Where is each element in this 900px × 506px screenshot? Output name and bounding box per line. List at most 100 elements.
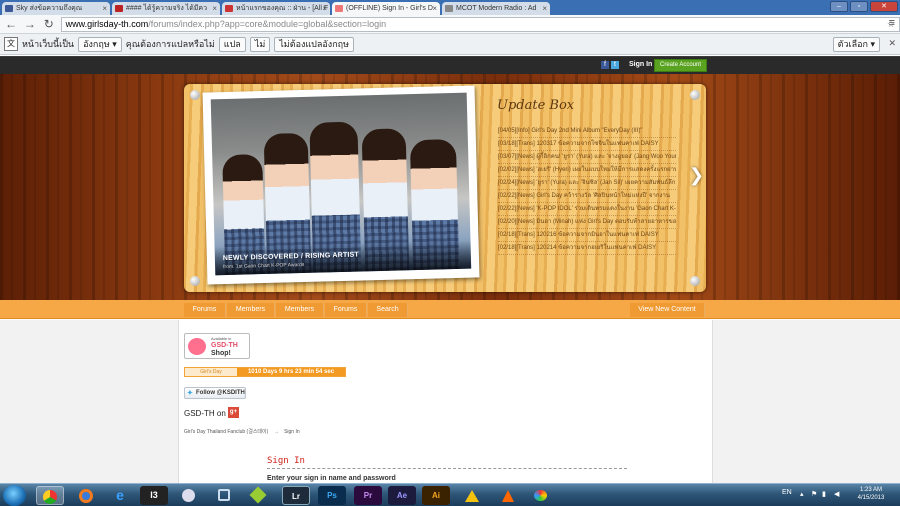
i3-app-icon[interactable]: I3 bbox=[140, 486, 168, 505]
media-player-icon[interactable] bbox=[210, 486, 238, 505]
view-new-content-link[interactable]: View New Content bbox=[630, 303, 705, 317]
flag-icon[interactable]: ⚑ bbox=[811, 490, 817, 498]
system-clock[interactable]: 1:23 AM 4/15/2013 bbox=[852, 486, 890, 502]
lightroom-icon[interactable]: Lr bbox=[282, 486, 310, 505]
close-tab-icon[interactable]: × bbox=[212, 2, 217, 15]
site-header: f t Sign In Create Account bbox=[0, 56, 900, 74]
vlc-icon[interactable] bbox=[494, 486, 522, 505]
tab-title: หน้าแรกของคุณ :: ฝ่าน - [All F bbox=[236, 5, 329, 12]
google-plus-icon[interactable]: g+ bbox=[228, 407, 239, 418]
twitter-icon[interactable]: t bbox=[611, 61, 619, 69]
sign-in-instructions: Enter your sign in name and password bbox=[267, 475, 396, 482]
heart-icon bbox=[188, 338, 206, 355]
main-content bbox=[178, 320, 713, 483]
clock-date: 4/15/2013 bbox=[857, 495, 885, 501]
language-select[interactable]: อังกฤษ bbox=[78, 36, 122, 52]
update-item[interactable]: [02/22][News] Girl's Day คว้ารางวัล 'ศิล… bbox=[498, 190, 676, 203]
volume-icon[interactable]: ◀ bbox=[834, 490, 839, 498]
twitter-follow-button[interactable]: ✦ Follow @KSDITH bbox=[184, 387, 246, 399]
update-box-title: Update Box bbox=[497, 98, 575, 113]
divider bbox=[267, 468, 627, 469]
breadcrumb-current: Sign In bbox=[284, 429, 300, 435]
translate-options-button[interactable]: ตัวเลือก bbox=[832, 36, 880, 52]
browser-tab[interactable]: Sky ส่งข้อความถึงคุณ × bbox=[2, 2, 110, 15]
close-translate-icon[interactable]: ✕ bbox=[888, 38, 896, 49]
update-item[interactable]: [04/05][Info] Girl's Day 2nd Mini Album … bbox=[498, 125, 676, 138]
internet-explorer-icon[interactable]: e bbox=[106, 486, 134, 505]
language-indicator[interactable]: EN bbox=[782, 489, 792, 496]
main-nav: Forums Members Members Forums Search Vie… bbox=[0, 300, 900, 319]
day-counter: Girl's Day 1010 Days 9 hrs 23 min 54 sec bbox=[184, 367, 346, 377]
forward-arrow-icon[interactable]: → bbox=[22, 16, 38, 32]
tab-title: (OFFLINE) Sign In - Girl's D bbox=[346, 5, 433, 12]
illustrator-icon[interactable]: Ai bbox=[422, 486, 450, 505]
close-tab-icon[interactable]: × bbox=[322, 2, 327, 15]
address-bar[interactable]: www.girlsday-th.com/forums/index.php?app… bbox=[60, 16, 900, 32]
breadcrumb-root[interactable]: Girl's Day Thailand Fanclub (걸스데이) bbox=[184, 429, 268, 435]
nav-item-members[interactable]: Members bbox=[227, 303, 275, 317]
update-list: [04/05][Info] Girl's Day 2nd Mini Album … bbox=[498, 125, 676, 255]
never-translate-button[interactable]: ไม่ต้องแปลอังกฤษ bbox=[274, 36, 355, 52]
tab-title: #### ได้รู้ความจริง ได้มีคว bbox=[126, 5, 208, 12]
browser-tab[interactable]: หน้าแรกของคุณ :: ฝ่าน - [All F × bbox=[222, 2, 330, 15]
after-effects-icon[interactable]: Ae bbox=[388, 486, 416, 505]
update-item[interactable]: [02/22][News] 'K-POP IDOL' ร่วมเดินพรมแด… bbox=[498, 203, 676, 216]
translate-bar: 文 หน้าเว็บนี้เป็น อังกฤษ คุณต้องการแปลหร… bbox=[0, 34, 900, 55]
paint-icon[interactable] bbox=[526, 486, 554, 505]
close-window-icon[interactable]: ✕ bbox=[870, 1, 898, 12]
premiere-icon[interactable]: Pr bbox=[354, 486, 382, 505]
tray-arrow-icon[interactable]: ▴ bbox=[800, 490, 804, 498]
update-item[interactable]: [02/18][Trans] 120216 ข้อความจากมินอาในแ… bbox=[498, 229, 676, 242]
no-translate-button[interactable]: ไม่ bbox=[249, 36, 271, 52]
close-tab-icon[interactable]: × bbox=[542, 2, 547, 15]
back-arrow-icon[interactable]: ← bbox=[3, 16, 19, 32]
screw-icon bbox=[190, 90, 200, 100]
nav-item-forums-2[interactable]: Forums bbox=[325, 303, 367, 317]
browser-tab[interactable]: MCOT Modern Radio : Ad × bbox=[442, 2, 550, 15]
translate-icon: 文 bbox=[4, 37, 18, 51]
reload-icon[interactable]: ↻ bbox=[41, 16, 57, 32]
create-account-button[interactable]: Create Account bbox=[654, 59, 707, 72]
caption-subtitle: from. 1st Gaon Chart K-POP Awards bbox=[223, 261, 305, 271]
chevron-right-icon[interactable]: ❯ bbox=[689, 165, 704, 186]
facebook-icon[interactable]: f bbox=[601, 61, 609, 69]
photo-caption: NEWLY DISCOVERED / RISING ARTIST from. 1… bbox=[214, 240, 472, 276]
shop-name: GSD-TH bbox=[211, 342, 238, 349]
app-icon[interactable] bbox=[244, 486, 272, 505]
steam-icon[interactable] bbox=[174, 486, 202, 505]
browser-toolbar: ← → ↻ www.girlsday-th.com/forums/index.p… bbox=[0, 15, 900, 34]
update-item[interactable]: [02/02][News] 'ฮเยริ' (Hyeri) เผยในแบบให… bbox=[498, 164, 676, 177]
shop-label: Shop! bbox=[211, 350, 231, 357]
nav-item-members-2[interactable]: Members bbox=[276, 303, 324, 317]
browser-tab[interactable]: #### ได้รู้ความจริง ได้มีคว × bbox=[112, 2, 220, 15]
photo-frame: NEWLY DISCOVERED / RISING ARTIST from. 1… bbox=[202, 85, 480, 285]
translate-question: คุณต้องการแปลหรือไม่ bbox=[125, 39, 215, 49]
network-icon[interactable]: ▮ bbox=[822, 490, 826, 498]
windows-taskbar: e I3 Lr Ps Pr Ae Ai bbox=[0, 483, 900, 506]
site-favicon-icon bbox=[445, 5, 453, 12]
chrome-icon[interactable] bbox=[36, 486, 64, 505]
nav-item-search[interactable]: Search bbox=[368, 303, 408, 317]
menu-wrench-icon[interactable]: ≡ bbox=[889, 17, 895, 29]
breadcrumb-arrow-icon: → bbox=[273, 429, 279, 435]
app-icon[interactable] bbox=[458, 486, 486, 505]
nav-item-forums[interactable]: Forums bbox=[184, 303, 226, 317]
clock-time: 1:23 AM bbox=[859, 487, 882, 493]
update-item[interactable]: [02/18][Trans] 120214 ข้อความจากฮเยริในแ… bbox=[498, 242, 676, 255]
update-item[interactable]: [03/18][Trans] 120317 ข้อความจากโซจินในแ… bbox=[498, 138, 676, 151]
update-item[interactable]: [02/24][News] 'ยูรา' (Yura) และ 'จินซิล'… bbox=[498, 177, 676, 190]
translate-button[interactable]: แปล bbox=[218, 36, 246, 52]
group-photo: NEWLY DISCOVERED / RISING ARTIST from. 1… bbox=[210, 92, 472, 276]
browser-tab-active[interactable]: (OFFLINE) Sign In - Girl's D × bbox=[332, 2, 440, 15]
photoshop-icon[interactable]: Ps bbox=[318, 486, 346, 505]
start-button[interactable] bbox=[3, 485, 26, 506]
close-tab-icon[interactable]: × bbox=[432, 2, 437, 15]
close-tab-icon[interactable]: × bbox=[102, 2, 107, 15]
minimize-icon[interactable]: – bbox=[830, 1, 848, 12]
maximize-icon[interactable]: ▫ bbox=[850, 1, 868, 12]
update-item[interactable]: [03/07][News] ผู้กี้อิกคน! 'ยูรา' (Yura)… bbox=[498, 151, 676, 164]
sign-in-link[interactable]: Sign In bbox=[629, 60, 652, 70]
update-item[interactable]: [02/20][News] มินอา (Minah) แห่ง Girl's … bbox=[498, 216, 676, 229]
shop-badge[interactable]: Available in GSD-TH Shop! bbox=[184, 333, 250, 359]
firefox-icon[interactable] bbox=[72, 486, 100, 505]
